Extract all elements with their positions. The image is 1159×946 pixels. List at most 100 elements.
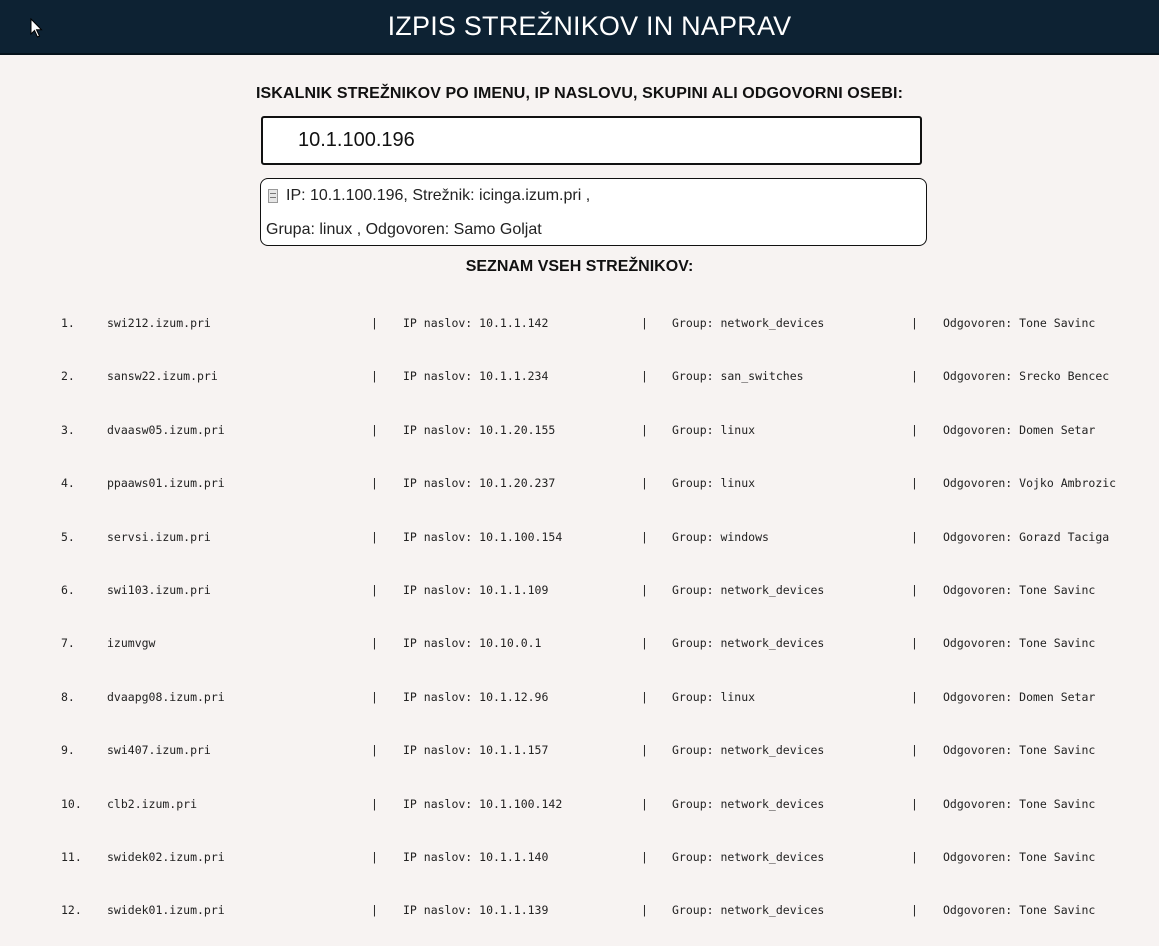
- server-ip: IP naslov: 10.1.1.142: [403, 316, 549, 330]
- mouse-pointer-icon: [30, 18, 43, 38]
- server-owner: Odgovoren: Tone Savinc: [943, 903, 1096, 918]
- server-name: swi103.izum.pri: [107, 582, 211, 597]
- search-result-line: IP: 10.1.100.196, Strežnik: icinga.izum.…: [268, 187, 590, 205]
- column-separator: |: [641, 582, 648, 597]
- row-number: 1.: [61, 316, 75, 330]
- list-item: 9. swi407.izum.pri | IP naslov: 10.1.1.1…: [0, 723, 1159, 776]
- column-separator: |: [371, 476, 378, 491]
- server-group: Group: network_devices: [672, 582, 825, 597]
- server-ip: IP naslov: 10.1.1.157: [403, 743, 549, 758]
- list-item: 1. swi212.izum.pri | IP naslov: 10.1.1.1…: [0, 296, 1159, 349]
- column-separator: |: [911, 422, 918, 437]
- column-separator: |: [641, 743, 648, 758]
- server-name: ppaaws01.izum.pri: [107, 476, 225, 491]
- column-separator: |: [371, 636, 378, 651]
- column-separator: |: [371, 796, 378, 811]
- server-name: swidek01.izum.pri: [107, 903, 225, 918]
- row-number: 6.: [61, 582, 75, 597]
- server-group: Group: network_devices: [672, 796, 825, 811]
- server-owner: Odgovoren: Domen Setar: [943, 422, 1096, 437]
- column-separator: |: [911, 476, 918, 491]
- server-name: swidek02.izum.pri: [107, 849, 225, 864]
- search-result-group-text: Grupa: linux , Odgovoren: Samo Goljat: [266, 221, 542, 238]
- column-separator: |: [641, 796, 648, 811]
- server-name: dvaapg08.izum.pri: [107, 689, 225, 704]
- page-title: IZPIS STREŽNIKOV IN NAPRAV: [387, 11, 792, 41]
- column-separator: |: [371, 849, 378, 864]
- list-item: 12. swidek01.izum.pri | IP naslov: 10.1.…: [0, 883, 1159, 936]
- column-separator: |: [371, 582, 378, 597]
- list-item: 6. swi103.izum.pri | IP naslov: 10.1.1.1…: [0, 563, 1159, 616]
- server-list: 1. swi212.izum.pri | IP naslov: 10.1.1.1…: [0, 296, 1159, 937]
- column-separator: |: [641, 369, 648, 384]
- row-number: 10.: [61, 796, 82, 811]
- server-name: sansw22.izum.pri: [107, 369, 218, 384]
- list-item: 3. dvaasw05.izum.pri | IP naslov: 10.1.2…: [0, 403, 1159, 456]
- server-group: Group: linux: [672, 422, 756, 437]
- server-group: Group: network_devices: [672, 316, 825, 330]
- server-group: Group: windows: [672, 529, 769, 544]
- server-group: Group: network_devices: [672, 849, 825, 864]
- server-owner: Odgovoren: Tone Savinc: [943, 636, 1096, 651]
- server-owner: Odgovoren: Domen Setar: [943, 689, 1096, 704]
- column-separator: |: [911, 636, 918, 651]
- column-separator: |: [371, 316, 378, 330]
- search-label: ISKALNIK STREŽNIKOV PO IMENU, IP NASLOVU…: [255, 85, 904, 102]
- server-owner: Odgovoren: Gorazd Taciga: [943, 529, 1110, 544]
- server-ip: IP naslov: 10.1.20.155: [403, 422, 556, 437]
- row-number: 8.: [61, 689, 75, 704]
- server-ip: IP naslov: 10.1.12.96: [403, 689, 549, 704]
- page-header: IZPIS STREŽNIKOV IN NAPRAV: [0, 0, 1159, 55]
- column-separator: |: [911, 903, 918, 918]
- server-name: clb2.izum.pri: [107, 796, 198, 811]
- server-group: Group: linux: [672, 689, 756, 704]
- server-ip: IP naslov: 10.1.1.109: [403, 582, 549, 597]
- search-result-box[interactable]: IP: 10.1.100.196, Strežnik: icinga.izum.…: [260, 178, 927, 246]
- server-group: Group: linux: [672, 476, 756, 491]
- server-ip: IP naslov: 10.1.20.237: [403, 476, 556, 491]
- server-name: servsi.izum.pri: [107, 529, 211, 544]
- column-separator: |: [641, 903, 648, 918]
- column-separator: |: [371, 689, 378, 704]
- column-separator: |: [371, 903, 378, 918]
- server-group: Group: network_devices: [672, 903, 825, 918]
- server-group: Group: network_devices: [672, 743, 825, 758]
- row-number: 12.: [61, 903, 82, 918]
- column-separator: |: [641, 422, 648, 437]
- server-ip: IP naslov: 10.1.1.139: [403, 903, 549, 918]
- column-separator: |: [641, 316, 648, 330]
- server-owner: Odgovoren: Srecko Bencec: [943, 369, 1110, 384]
- server-ip: IP naslov: 10.1.1.234: [403, 369, 549, 384]
- server-owner: Odgovoren: Tone Savinc: [943, 582, 1096, 597]
- server-owner: Odgovoren: Tone Savinc: [943, 849, 1096, 864]
- list-item: 5. servsi.izum.pri | IP naslov: 10.1.100…: [0, 510, 1159, 563]
- column-separator: |: [641, 529, 648, 544]
- server-ip: IP naslov: 10.1.1.140: [403, 849, 549, 864]
- server-list-title: SEZNAM VSEH STREŽNIKOV:: [465, 258, 694, 275]
- column-separator: |: [911, 316, 918, 330]
- list-item: 10. clb2.izum.pri | IP naslov: 10.1.100.…: [0, 777, 1159, 830]
- column-separator: |: [911, 369, 918, 384]
- server-owner: Odgovoren: Tone Savinc: [943, 316, 1096, 330]
- search-input[interactable]: [261, 116, 922, 165]
- list-item: 11. swidek02.izum.pri | IP naslov: 10.1.…: [0, 830, 1159, 883]
- column-separator: |: [371, 743, 378, 758]
- row-number: 2.: [61, 369, 75, 384]
- server-ip: IP naslov: 10.10.0.1: [403, 636, 542, 651]
- column-separator: |: [641, 476, 648, 491]
- search-result-ip-text: IP: 10.1.100.196, Strežnik: icinga.izum.…: [286, 187, 591, 204]
- server-name: dvaasw05.izum.pri: [107, 422, 225, 437]
- row-number: 11.: [61, 849, 82, 864]
- row-number: 3.: [61, 422, 75, 437]
- column-separator: |: [911, 743, 918, 758]
- server-name: swi212.izum.pri: [107, 316, 211, 330]
- column-separator: |: [911, 796, 918, 811]
- column-separator: |: [641, 636, 648, 651]
- server-name: swi407.izum.pri: [107, 743, 211, 758]
- server-ip: IP naslov: 10.1.100.142: [403, 796, 563, 811]
- list-item: 4. ppaaws01.izum.pri | IP naslov: 10.1.2…: [0, 456, 1159, 509]
- column-separator: |: [641, 689, 648, 704]
- list-item: 2. sansw22.izum.pri | IP naslov: 10.1.1.…: [0, 349, 1159, 402]
- column-separator: |: [911, 689, 918, 704]
- list-item: 7. izumvgw | IP naslov: 10.10.0.1 | Grou…: [0, 616, 1159, 669]
